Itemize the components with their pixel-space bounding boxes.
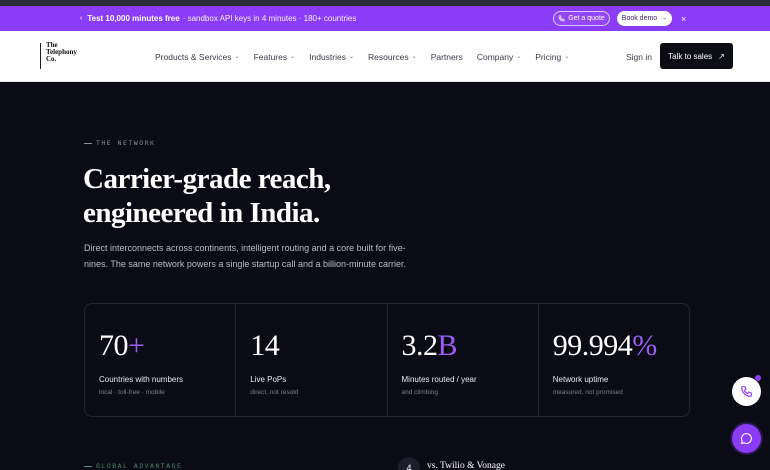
chevron-down-icon: ⌄ [564, 54, 570, 60]
stat-label: Countries with numbers [99, 375, 184, 384]
stat-value: 70+ [99, 329, 145, 363]
sign-in-link[interactable]: Sign in [626, 31, 652, 82]
arrow-up-right-icon: ↗ [718, 51, 725, 61]
hero-headline-line-1: Carrier-grade reach, [83, 163, 331, 195]
close-icon[interactable]: × [681, 6, 686, 31]
stat-suffix: + [128, 329, 145, 362]
stat-label: Live PoPs [250, 375, 287, 384]
nav-resources[interactable]: Resources ⌄ [368, 52, 417, 62]
chevron-down-icon: ⌄ [290, 54, 296, 60]
stat-suffix: % [632, 329, 657, 362]
step-badge: 4 [398, 457, 420, 470]
phone-icon [741, 386, 752, 397]
stat-value: 3.2B [402, 329, 458, 363]
eyebrow-dash [84, 143, 92, 144]
book-demo-label: Book demo [621, 15, 658, 22]
nav-features-label: Features [253, 51, 288, 62]
promo-rest: · sandbox API keys in 4 minutes · 180+ c… [182, 14, 357, 23]
stat-value: 99.994% [553, 329, 657, 363]
get-quote-button[interactable]: Get a quote [553, 11, 610, 26]
nav-products-label: Products & Services [155, 51, 232, 62]
notification-dot [755, 375, 761, 381]
hero-lede: Direct interconnects across continents, … [84, 243, 406, 269]
next-eyebrow-label: GLOBAL ADVANTAGE [96, 463, 183, 470]
nav-company-label: Company [476, 51, 514, 62]
book-demo-button[interactable]: Book demo → [617, 11, 672, 26]
get-quote-label: Get a quote [568, 15, 605, 22]
chevron-down-icon: ⌄ [349, 54, 355, 60]
promo-caret-icon[interactable]: ‹ [80, 15, 82, 22]
nav-products[interactable]: Products & Services ⌄ [155, 52, 240, 62]
stat-number: 99.994 [552, 329, 633, 362]
stat-uptime: 99.994% Network uptime measured, not pro… [539, 304, 689, 416]
talk-to-sales-label: Talk to sales [668, 51, 713, 61]
stat-sub: local · toll-free · mobile [99, 389, 165, 396]
stat-number: 14 [250, 329, 280, 362]
promo-text: ‹ Test 10,000 minutes free · sandbox API… [80, 6, 356, 31]
chevron-down-icon: ⌄ [234, 54, 240, 60]
comparison-title: vs. Twilio & Vonage [427, 461, 505, 470]
phone-icon [558, 15, 565, 22]
navbar: The Telephony Co. Products & Services ⌄ F… [0, 31, 770, 82]
stat-label: Network uptime [552, 375, 609, 384]
chevron-down-icon: ⌄ [516, 54, 522, 60]
stat-sub: and climbing [401, 389, 439, 396]
nav-resources-label: Resources [368, 51, 409, 62]
hero-eyebrow: THE NETWORK [84, 140, 155, 147]
logo[interactable]: The Telephony Co. [40, 41, 80, 71]
nav-partners[interactable]: Partners [431, 52, 463, 62]
promo-banner: ‹ Test 10,000 minutes free · sandbox API… [0, 6, 770, 31]
stat-minutes: 3.2B Minutes routed / year and climbing [388, 304, 539, 416]
eyebrow-dash [84, 466, 92, 467]
stat-suffix: B [437, 329, 458, 362]
stat-countries: 70+ Countries with numbers local · toll-… [85, 304, 237, 416]
nav-pricing[interactable]: Pricing ⌄ [535, 52, 569, 62]
next-section-eyebrow: GLOBAL ADVANTAGE [84, 463, 182, 470]
hero-headline-line-2: engineered in India. [83, 197, 320, 229]
logo-mark [40, 43, 45, 69]
logo-line-3: Co. [46, 55, 57, 63]
stat-pops: 14 Live PoPs direct, not resold [236, 304, 388, 416]
stat-number: 3.2 [401, 329, 439, 362]
stat-value: 14 [250, 329, 280, 363]
stats-panel: 70+ Countries with numbers local · toll-… [84, 303, 690, 417]
chevron-down-icon: ⌄ [411, 54, 417, 60]
stat-sub: direct, not resold [250, 389, 299, 396]
chat-bubble-icon [740, 433, 752, 445]
logo-name: The Telephony Co. [46, 42, 77, 63]
stat-label: Minutes routed / year [401, 375, 477, 384]
stat-sub: measured, not promised [552, 389, 623, 396]
nav-features[interactable]: Features ⌄ [254, 52, 296, 62]
talk-to-sales-button[interactable]: Talk to sales ↗ [660, 43, 733, 69]
nav-links: Products & Services ⌄ Features ⌄ Industrie… [155, 31, 583, 82]
nav-pricing-label: Pricing [535, 51, 562, 62]
nav-company[interactable]: Company ⌄ [477, 52, 521, 62]
chat-fab-button[interactable] [732, 424, 761, 453]
promo-bold: Test 10,000 minutes free [87, 14, 180, 23]
call-fab-button[interactable] [732, 377, 761, 406]
nav-partners-label: Partners [430, 51, 463, 62]
arrow-right-icon: → [660, 15, 668, 22]
stat-number: 70 [99, 329, 129, 362]
nav-industries[interactable]: Industries ⌄ [309, 52, 354, 62]
hero-eyebrow-label: THE NETWORK [96, 140, 156, 147]
hero-headline: Carrier-grade reach, engineered in India… [83, 162, 403, 230]
nav-industries-label: Industries [309, 51, 346, 62]
